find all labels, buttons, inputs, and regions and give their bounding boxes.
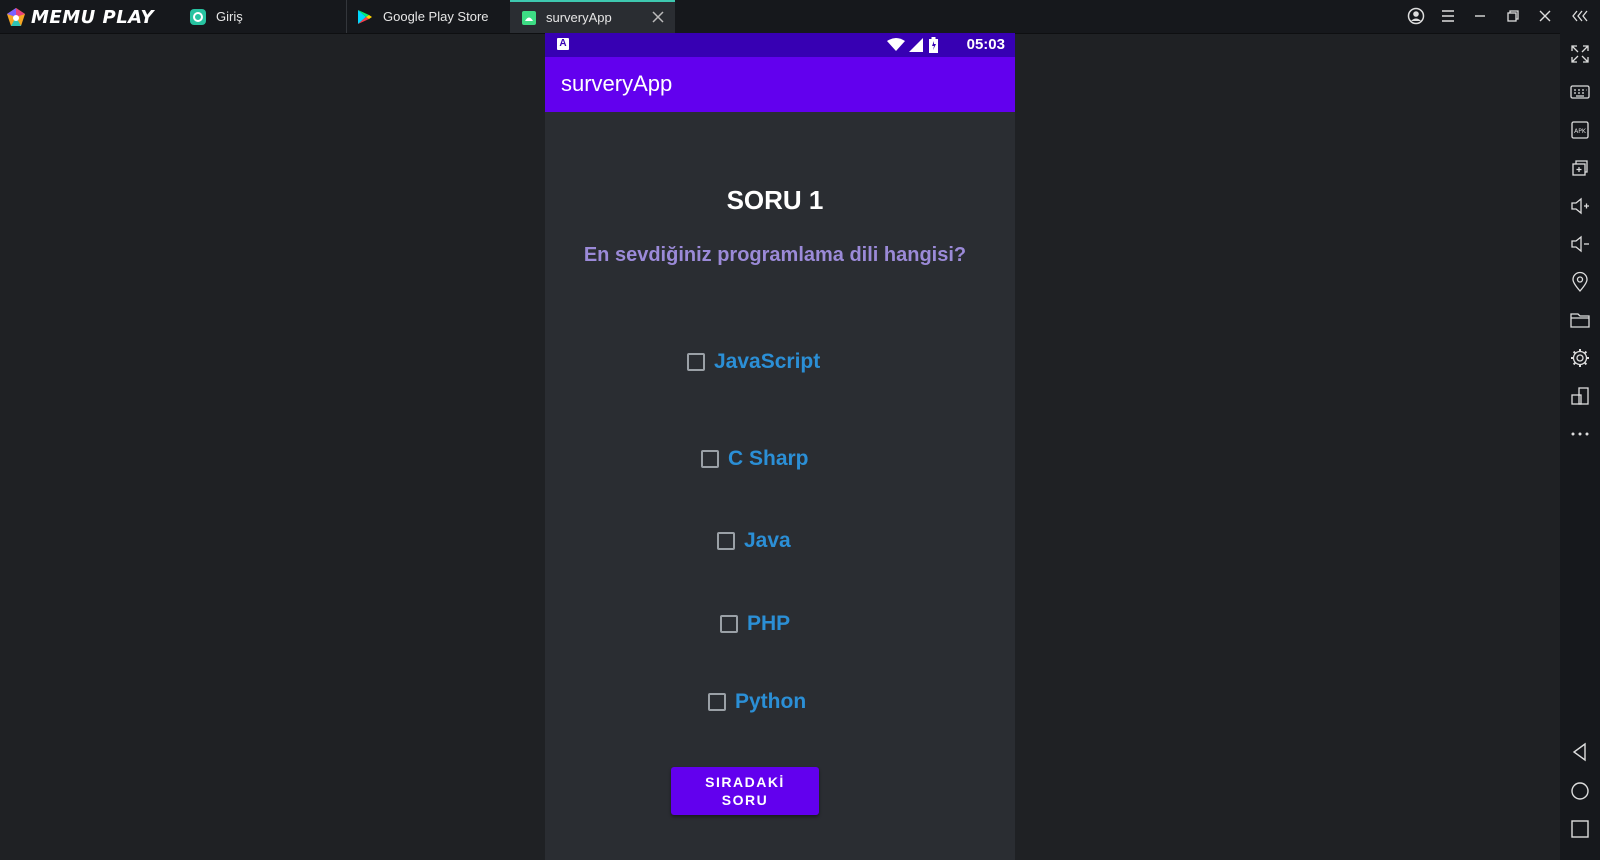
close-tab-icon[interactable] [651,10,665,24]
memu-logo-text: MEMU PLAY [31,6,155,28]
question-text: En sevdiğiniz programlama dili hangisi? [583,244,967,266]
app-bar: surveryApp [545,57,1015,112]
option-label: C Sharp [728,447,809,470]
checkbox[interactable] [701,450,719,468]
checkbox[interactable] [717,532,735,550]
option-c-sharp[interactable]: C Sharp [701,447,809,471]
emulator-title-bar: MEMU PLAY Giriş Google Play Store surver… [0,0,1600,34]
more-options-icon[interactable] [1569,423,1591,445]
close-window-icon[interactable] [1535,6,1555,26]
tab-giris[interactable]: Giriş [190,0,345,33]
settings-gear-icon[interactable] [1569,347,1591,369]
option-php[interactable]: PHP [720,612,790,636]
option-label: PHP [747,612,791,635]
question-screen: SORU 1 En sevdiğiniz programlama dili ha… [545,112,1015,860]
status-time: 05:03 [966,36,1005,53]
option-label: Python [735,690,807,713]
tab-label: Google Play Store [383,9,489,24]
option-label: JavaScript [714,350,821,373]
folder-icon[interactable] [1569,309,1591,331]
restore-icon[interactable] [1503,6,1523,26]
location-icon[interactable] [1569,271,1591,293]
keyboard-icon[interactable] [1569,81,1591,103]
option-label: Java [744,529,791,552]
android-app-icon [522,10,536,25]
tab-surveryapp[interactable]: surveryApp [510,0,675,33]
option-javascript[interactable]: JavaScript [687,350,820,374]
multi-instance-icon[interactable] [1569,157,1591,179]
memu-gem-icon [7,8,25,26]
question-number: SORU 1 [726,185,824,215]
android-home-icon[interactable] [1569,780,1591,802]
volume-down-icon[interactable] [1569,233,1591,255]
android-back-icon[interactable] [1569,741,1591,763]
option-python[interactable]: Python [708,690,806,714]
battery-icon [929,37,938,53]
tab-label: Giriş [216,9,243,24]
notification-a-icon: A [557,38,569,50]
emulator-sidebar: APK [1560,33,1600,860]
cell-signal-icon [909,38,923,52]
memu-logo: MEMU PLAY [6,6,154,28]
volume-up-icon[interactable] [1569,195,1591,217]
tab-label: surveryApp [546,10,612,25]
android-recents-icon[interactable] [1569,818,1591,840]
account-icon[interactable] [1406,6,1426,26]
wifi-icon [887,38,905,51]
menu-icon[interactable] [1438,6,1458,26]
checkbox[interactable] [687,353,705,371]
android-screen: A 05:03 surveryApp SORU 1 En sevdiğiniz … [545,33,1015,860]
app-icon [190,8,206,25]
option-java[interactable]: Java [717,529,791,553]
app-title: surveryApp [561,71,673,96]
screen-rotate-icon[interactable] [1569,385,1591,407]
tab-google-play-store[interactable]: Google Play Store [346,0,508,33]
fullscreen-icon[interactable] [1569,43,1591,65]
next-question-button[interactable]: SIRADAKİ SORU [671,767,819,815]
next-button-line2: SORU [721,792,769,808]
apk-icon[interactable]: APK [1569,119,1591,141]
android-status-bar: A 05:03 [545,33,1015,57]
next-button-line1: SIRADAKİ [705,774,785,790]
collapse-sidebar-icon[interactable] [1570,6,1590,26]
checkbox[interactable] [720,615,738,633]
minimize-icon[interactable] [1470,6,1490,26]
checkbox[interactable] [708,693,726,711]
svg-text:APK: APK [1574,128,1587,135]
play-store-icon [358,9,372,24]
